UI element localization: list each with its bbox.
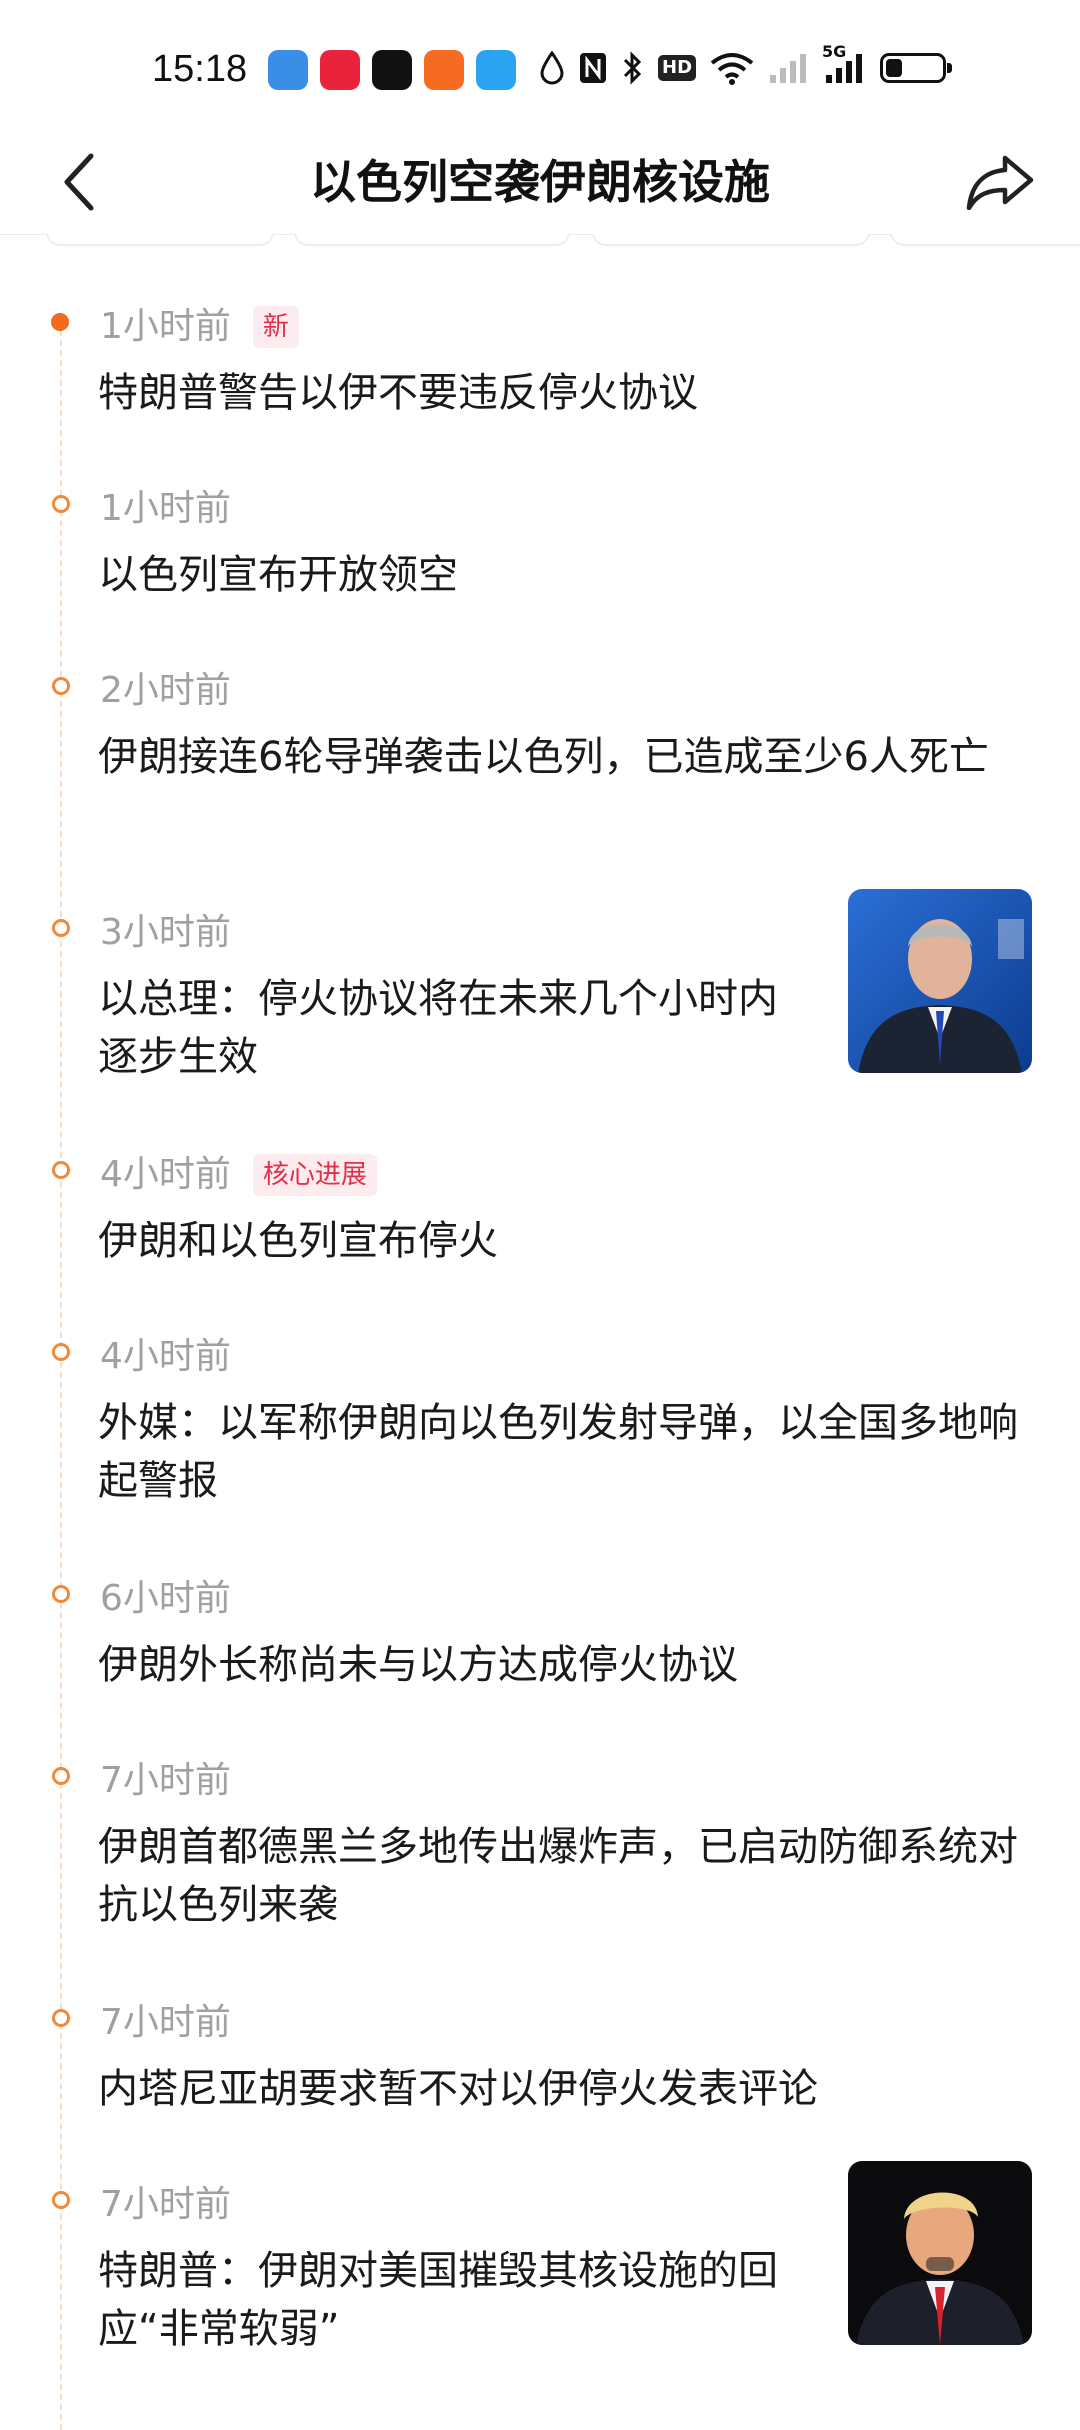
nfc-icon <box>578 48 608 88</box>
timeline-dot <box>52 677 70 695</box>
item-headline[interactable]: 伊朗接连6轮导弹袭击以色列，已造成至少6人死亡 <box>98 728 1018 786</box>
topic-chip[interactable] <box>46 234 274 246</box>
timeline-dot <box>52 919 70 937</box>
timeline-dot <box>52 1343 70 1361</box>
item-headline[interactable]: 特朗普：伊朗对美国摧毁其核设施的回应“非常软弱” <box>98 2242 798 2358</box>
person-photo-icon[interactable] <box>848 2161 1032 2345</box>
topic-chip[interactable] <box>294 234 570 246</box>
item-time: 2小时前 <box>100 670 231 711</box>
item-time: 4小时前 <box>100 1336 231 1377</box>
signal-5g-icon: 5G <box>822 42 866 88</box>
status-bar: 15:18 HD 5G <box>0 0 1080 130</box>
system-icons: HD 5G <box>540 42 953 88</box>
timeline-dot <box>51 313 69 331</box>
item-headline[interactable]: 以色列宣布开放领空 <box>98 546 1018 604</box>
tiktok-icon <box>372 50 412 90</box>
item-time: 1小时前 <box>100 306 231 347</box>
news-timeline: 1小时前 新 特朗普警告以伊不要违反停火协议 1小时前 以色列宣布开放领空 2小… <box>0 250 1080 2430</box>
notification-icons <box>268 50 516 90</box>
topic-chip[interactable] <box>890 234 1080 246</box>
timeline-dot <box>52 2191 70 2209</box>
item-time: 6小时前 <box>100 1578 231 1619</box>
person-photo-icon[interactable] <box>848 889 1032 1073</box>
item-time: 1小时前 <box>100 488 231 529</box>
item-time: 4小时前 <box>100 1154 231 1195</box>
drop-icon <box>540 48 564 88</box>
bluetooth-icon <box>622 48 644 88</box>
network-type-label: 5G <box>822 42 847 61</box>
timeline-dot <box>52 1585 70 1603</box>
item-headline[interactable]: 以总理：停火协议将在未来几个小时内逐步生效 <box>98 970 798 1086</box>
item-time: 7小时前 <box>100 2184 231 2225</box>
app-notification-icon <box>268 50 308 90</box>
item-headline[interactable]: 特朗普警告以伊不要违反停火协议 <box>98 364 1018 422</box>
item-headline[interactable]: 伊朗和以色列宣布停火 <box>98 1212 1018 1270</box>
top-nav-bar: 以色列空袭伊朗核设施 <box>0 130 1080 235</box>
timeline-dot <box>52 1767 70 1785</box>
new-tag: 新 <box>252 306 299 348</box>
app-notification-icon <box>424 50 464 90</box>
battery-icon <box>880 48 953 88</box>
item-time: 3小时前 <box>100 912 231 953</box>
share-button[interactable] <box>960 140 1040 224</box>
battery-level <box>886 59 903 77</box>
app-notification-icon <box>320 50 360 90</box>
key-progress-tag: 核心进展 <box>252 1154 377 1196</box>
item-time: 7小时前 <box>100 2002 231 2043</box>
page-title: 以色列空袭伊朗核设施 <box>310 155 770 209</box>
signal-weak-icon <box>768 48 808 88</box>
timeline-dot <box>52 2009 70 2027</box>
share-icon <box>966 155 1034 210</box>
hd-voice-icon: HD <box>658 48 697 88</box>
timeline-dot <box>52 495 70 513</box>
item-headline[interactable]: 外媒：以军称伊朗向以色列发射导弹，以全国多地响起警报 <box>98 1394 1018 1510</box>
item-headline[interactable]: 内塔尼亚胡要求暂不对以伊停火发表评论 <box>98 2060 1018 2118</box>
wifi-icon <box>710 48 754 88</box>
topic-chips-row <box>0 234 1080 250</box>
timeline-line <box>60 330 62 2430</box>
app-notification-icon <box>476 50 516 90</box>
topic-chip[interactable] <box>592 234 870 246</box>
item-time: 7小时前 <box>100 1760 231 1801</box>
item-headline[interactable]: 伊朗首都德黑兰多地传出爆炸声，已启动防御系统对抗以色列来袭 <box>98 1818 1018 1934</box>
timeline-dot <box>52 1161 70 1179</box>
item-headline[interactable]: 伊朗外长称尚未与以方达成停火协议 <box>98 1636 1018 1694</box>
status-time: 15:18 <box>152 48 248 90</box>
